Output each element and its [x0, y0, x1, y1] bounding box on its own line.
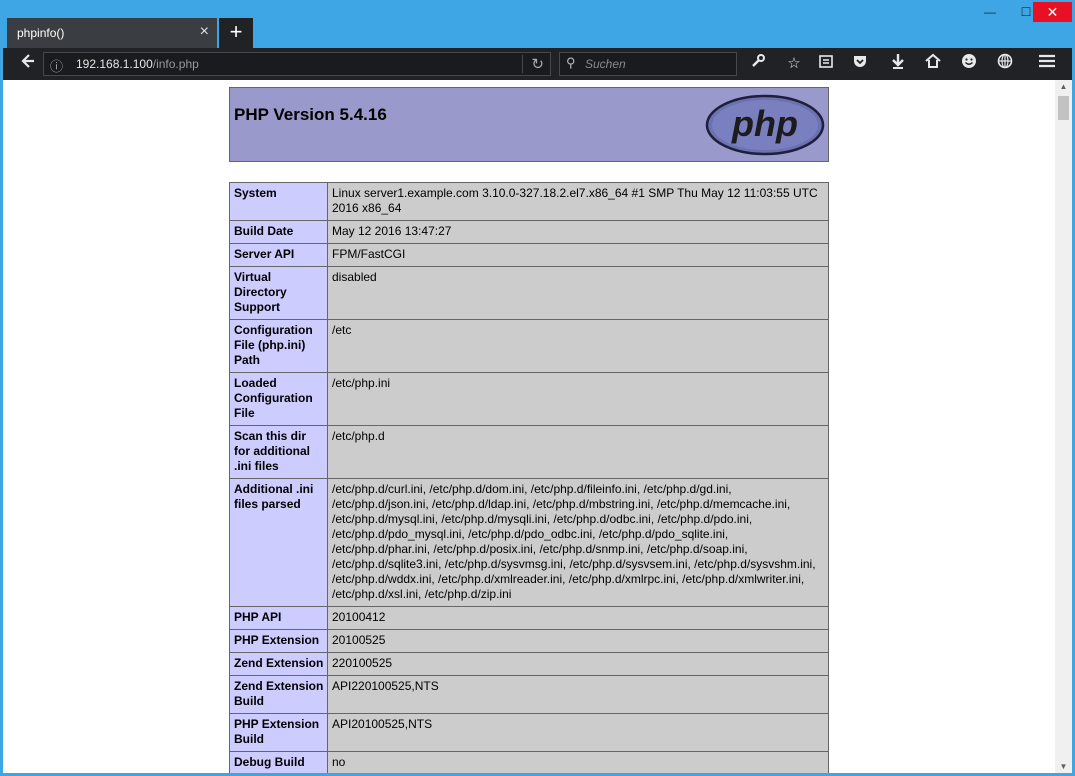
- vertical-scrollbar[interactable]: ▲ ▼: [1055, 80, 1072, 773]
- smiley-icon[interactable]: [958, 53, 980, 75]
- scroll-up-arrow-icon[interactable]: ▲: [1055, 82, 1072, 91]
- row-value: /etc/php.ini: [327, 372, 829, 426]
- search-input[interactable]: ⚲ Suchen: [559, 52, 737, 76]
- browser-window: phpinfo() × + — ☐ ✕ ⓘ 192.168.1.100/info…: [3, 0, 1072, 773]
- site-info-icon[interactable]: ⓘ: [50, 56, 63, 75]
- reading-list-icon[interactable]: [815, 53, 837, 75]
- pocket-icon[interactable]: [849, 53, 871, 75]
- row-value: 20100525: [327, 629, 829, 653]
- search-icon: ⚲: [566, 55, 576, 70]
- php-version-header: PHP Version 5.4.16 php: [229, 87, 829, 162]
- url-text: 192.168.1.100/info.php: [76, 57, 199, 71]
- url-bar[interactable]: ⓘ 192.168.1.100/info.php ↻: [43, 52, 551, 76]
- navigation-toolbar: ⓘ 192.168.1.100/info.php ↻ ⚲ Suchen ☆: [3, 48, 1072, 80]
- row-value: API20100525,NTS: [327, 713, 829, 752]
- back-arrow-icon[interactable]: [17, 53, 39, 75]
- search-placeholder: Suchen: [585, 57, 626, 71]
- home-icon[interactable]: [922, 53, 944, 75]
- reload-icon[interactable]: ↻: [522, 55, 544, 73]
- row-value: /etc: [327, 319, 829, 373]
- row-value: 220100525: [327, 652, 829, 676]
- table-row: System Linux server1.example.com 3.10.0-3…: [229, 182, 829, 221]
- scrollbar-thumb[interactable]: [1058, 96, 1069, 120]
- row-key: Additional .ini files parsed: [229, 478, 328, 607]
- table-row: PHP API 20100412: [229, 606, 829, 630]
- table-row: Zend Extension Build API220100525,NTS: [229, 675, 829, 714]
- row-key: Configuration File (php.ini) Path: [229, 319, 328, 373]
- table-row: Loaded Configuration File/etc/php.ini: [229, 372, 829, 426]
- scroll-down-arrow-icon[interactable]: ▼: [1055, 762, 1072, 771]
- page-title: PHP Version 5.4.16: [234, 105, 387, 124]
- table-row: Zend Extension 220100525: [229, 652, 829, 676]
- row-key: Loaded Configuration File: [229, 372, 328, 426]
- globe-icon[interactable]: [994, 53, 1016, 75]
- row-value: /etc/php.d/curl.ini, /etc/php.d/dom.ini,…: [327, 478, 829, 607]
- row-key: Virtual Directory Support: [229, 266, 328, 320]
- wrench-icon[interactable]: [747, 53, 769, 75]
- row-key: Debug Build: [229, 751, 328, 773]
- table-row: Debug Build no: [229, 751, 829, 773]
- row-key: Build Date: [229, 220, 328, 244]
- row-key: PHP Extension Build: [229, 713, 328, 752]
- close-window-button[interactable]: ✕: [1033, 2, 1072, 22]
- phpinfo-table-body: System Linux server1.example.com 3.10.0-3…: [229, 182, 829, 773]
- table-row: Scan this dir for additional .ini files /…: [229, 425, 829, 479]
- tab-title: phpinfo(): [17, 26, 65, 40]
- row-key: PHP API: [229, 606, 328, 630]
- row-value: no: [327, 751, 829, 773]
- row-key: PHP Extension: [229, 629, 328, 653]
- tab-phpinfo[interactable]: phpinfo() ×: [7, 18, 217, 48]
- row-value: 20100412: [327, 606, 829, 630]
- minimize-button[interactable]: —: [978, 2, 1002, 22]
- row-key: Scan this dir for additional .ini files: [229, 425, 328, 479]
- url-path: /info.php: [152, 57, 199, 71]
- table-row: PHP Extension 20100525: [229, 629, 829, 653]
- download-icon[interactable]: [887, 53, 909, 75]
- page-content[interactable]: PHP Version 5.4.16 php System Linux serve…: [3, 80, 1055, 773]
- url-host: 192.168.1.100: [76, 57, 153, 71]
- row-key: System: [229, 182, 328, 221]
- bookmark-star-icon[interactable]: ☆: [783, 53, 805, 75]
- row-value: API220100525,NTS: [327, 675, 829, 714]
- table-row: Server API FPM/FastCGI: [229, 243, 829, 267]
- row-value: Linux server1.example.com 3.10.0-327.18.…: [327, 182, 829, 221]
- row-value: May 12 2016 13:47:27: [327, 220, 829, 244]
- table-row: Virtual Directory Support disabled: [229, 266, 829, 320]
- row-key: Server API: [229, 243, 328, 267]
- table-row: Additional .ini files parsed/etc/php.d/c…: [229, 478, 829, 607]
- row-key: Zend Extension: [229, 652, 328, 676]
- new-tab-button[interactable]: +: [219, 18, 253, 48]
- row-value: disabled: [327, 266, 829, 320]
- hamburger-menu-icon[interactable]: [1036, 53, 1058, 75]
- row-value: FPM/FastCGI: [327, 243, 829, 267]
- table-row: Configuration File (php.ini) Path/etc: [229, 319, 829, 373]
- row-value: /etc/php.d: [327, 425, 829, 479]
- php-logo-text: php: [731, 103, 798, 144]
- php-logo[interactable]: php: [705, 94, 825, 156]
- tab-bar: phpinfo() × + — ☐ ✕: [3, 0, 1072, 48]
- phpinfo-table: System Linux server1.example.com 3.10.0-3…: [229, 182, 829, 773]
- tab-close-icon[interactable]: ×: [200, 23, 209, 41]
- table-row: PHP Extension Build API20100525,NTS: [229, 713, 829, 752]
- table-row: Build Date May 12 2016 13:47:27: [229, 220, 829, 244]
- row-key: Zend Extension Build: [229, 675, 328, 714]
